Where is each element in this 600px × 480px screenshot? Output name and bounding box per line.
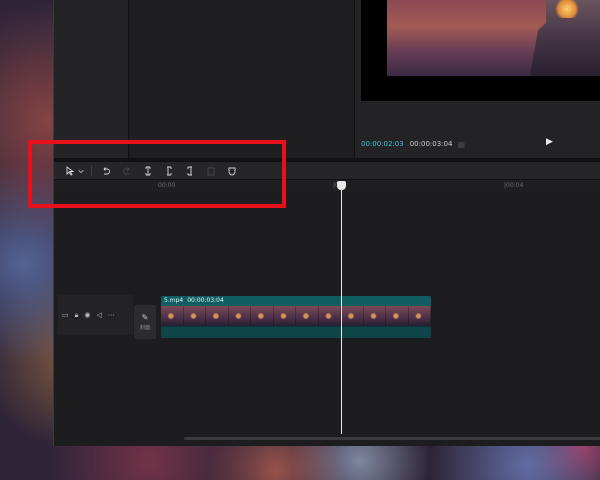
ruler-label: 00:00 — [158, 182, 176, 189]
split-icon — [145, 166, 150, 175]
clip-thumbnail — [161, 306, 184, 326]
video-track-header: ▭ 🔒︎ ◉ ◁ ⋯ — [58, 295, 133, 335]
grid-icon[interactable]: ▦ — [457, 140, 465, 149]
clip-thumbnail — [363, 306, 386, 326]
timeline-scrollbar[interactable] — [184, 437, 600, 440]
timeline-toolbar — [54, 162, 600, 180]
split-left-button[interactable] — [161, 164, 176, 178]
playhead-handle[interactable] — [337, 181, 346, 190]
clip-thumbnail — [341, 306, 364, 326]
clip-duration: 00:00:03:04 — [187, 297, 224, 304]
clip-audio-waveform — [161, 326, 431, 338]
cursor-arrow-icon — [66, 165, 74, 176]
select-dropdown-button[interactable] — [77, 164, 85, 178]
select-tool-button[interactable] — [62, 164, 77, 178]
split-right-icon — [187, 166, 192, 175]
speaker-icon[interactable]: ◁ — [96, 311, 101, 319]
clip-thumbnail — [408, 306, 431, 326]
tower-light — [554, 0, 580, 18]
delete-icon — [207, 167, 214, 175]
clip-thumbnail — [273, 306, 296, 326]
total-timecode: 00:00:03:04 — [409, 140, 453, 148]
shield-icon — [228, 167, 235, 175]
pencil-icon: ✎ — [141, 313, 149, 322]
clip-thumbnail — [318, 306, 341, 326]
clip-thumbnail — [183, 306, 206, 326]
cover-label: 封面 — [139, 325, 150, 331]
clip-thumbnail — [228, 306, 251, 326]
preview-image — [387, 0, 600, 76]
redo-icon — [122, 166, 129, 174]
left-sidebar — [54, 0, 129, 158]
clip-header: 5.mp4 00:00:03:04 — [161, 296, 431, 306]
media-panel — [130, 0, 354, 158]
clip-thumbnails — [161, 306, 431, 326]
video-editor-window: 00:00:02:03 00:00:03:04 ▦ ▶ 00:00 |00:04… — [53, 0, 600, 446]
undo-button[interactable] — [98, 164, 113, 178]
video-clip[interactable]: 5.mp4 00:00:03:04 — [161, 296, 431, 338]
cover-button[interactable]: ✎ 封面 — [134, 305, 156, 339]
split-right-button[interactable] — [182, 164, 197, 178]
timeline-body: ▭ 🔒︎ ◉ ◁ ⋯ ✎ 封面 5.mp4 00:00:03:04 — [54, 192, 600, 438]
clip-name: 5.mp4 — [164, 297, 184, 304]
playhead-line[interactable] — [341, 186, 342, 434]
eye-icon[interactable]: ◉ — [84, 311, 90, 319]
clip-thumbnail — [386, 306, 409, 326]
clip-thumbnail — [251, 306, 274, 326]
timeline-ruler[interactable]: 00:00 |02 |00:04 — [54, 180, 600, 192]
current-timecode: 00:00:02:03 — [361, 140, 404, 148]
toolbar-separator — [91, 165, 92, 176]
ruler-label: |00:04 — [504, 182, 524, 189]
shield-button[interactable] — [224, 164, 239, 178]
clip-thumbnail — [296, 306, 319, 326]
split-button[interactable] — [140, 164, 155, 178]
lock-icon[interactable]: 🔒︎ — [75, 311, 79, 320]
more-icon[interactable]: ⋯ — [108, 311, 115, 319]
clip-thumbnail — [206, 306, 229, 326]
delete-button[interactable] — [203, 164, 218, 178]
chevron-down-icon — [78, 169, 84, 173]
player-panel: 00:00:02:03 00:00:03:04 ▦ ▶ — [354, 0, 600, 158]
undo-icon — [103, 166, 110, 174]
split-left-icon — [166, 166, 171, 175]
redo-button[interactable] — [119, 164, 134, 178]
track-icon[interactable]: ▭ — [62, 311, 69, 319]
player-controls: 00:00:02:03 00:00:03:04 ▦ ▶ — [361, 137, 600, 151]
play-button[interactable]: ▶ — [546, 137, 553, 147]
video-preview — [361, 0, 600, 101]
